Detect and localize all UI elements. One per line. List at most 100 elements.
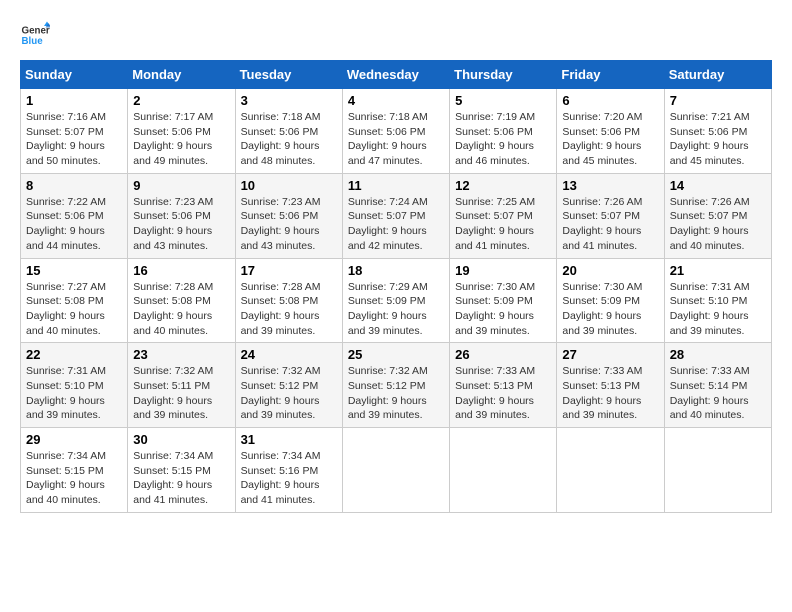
day-info: Sunrise: 7:34 AMSunset: 5:15 PMDaylight:… bbox=[26, 450, 106, 506]
day-info: Sunrise: 7:20 AMSunset: 5:06 PMDaylight:… bbox=[562, 111, 642, 167]
svg-text:Blue: Blue bbox=[22, 36, 44, 47]
calendar-cell: 24 Sunrise: 7:32 AMSunset: 5:12 PMDaylig… bbox=[235, 343, 342, 428]
calendar-cell: 12 Sunrise: 7:25 AMSunset: 5:07 PMDaylig… bbox=[450, 173, 557, 258]
day-number: 31 bbox=[241, 432, 337, 447]
day-info: Sunrise: 7:18 AMSunset: 5:06 PMDaylight:… bbox=[348, 111, 428, 167]
calendar-cell: 14 Sunrise: 7:26 AMSunset: 5:07 PMDaylig… bbox=[664, 173, 771, 258]
day-info: Sunrise: 7:16 AMSunset: 5:07 PMDaylight:… bbox=[26, 111, 106, 167]
calendar-cell: 15 Sunrise: 7:27 AMSunset: 5:08 PMDaylig… bbox=[21, 258, 128, 343]
calendar-cell: 1 Sunrise: 7:16 AMSunset: 5:07 PMDayligh… bbox=[21, 89, 128, 174]
day-info: Sunrise: 7:26 AMSunset: 5:07 PMDaylight:… bbox=[562, 196, 642, 252]
day-info: Sunrise: 7:24 AMSunset: 5:07 PMDaylight:… bbox=[348, 196, 428, 252]
day-number: 21 bbox=[670, 263, 766, 278]
day-number: 29 bbox=[26, 432, 122, 447]
day-number: 3 bbox=[241, 93, 337, 108]
day-number: 27 bbox=[562, 347, 658, 362]
calendar-cell: 11 Sunrise: 7:24 AMSunset: 5:07 PMDaylig… bbox=[342, 173, 449, 258]
calendar-table: SundayMondayTuesdayWednesdayThursdayFrid… bbox=[20, 60, 772, 513]
calendar-week-row: 29 Sunrise: 7:34 AMSunset: 5:15 PMDaylig… bbox=[21, 428, 772, 513]
day-info: Sunrise: 7:34 AMSunset: 5:16 PMDaylight:… bbox=[241, 450, 321, 506]
day-info: Sunrise: 7:31 AMSunset: 5:10 PMDaylight:… bbox=[26, 365, 106, 421]
day-info: Sunrise: 7:27 AMSunset: 5:08 PMDaylight:… bbox=[26, 281, 106, 337]
day-number: 12 bbox=[455, 178, 551, 193]
day-info: Sunrise: 7:33 AMSunset: 5:14 PMDaylight:… bbox=[670, 365, 750, 421]
calendar-cell: 21 Sunrise: 7:31 AMSunset: 5:10 PMDaylig… bbox=[664, 258, 771, 343]
calendar-cell bbox=[342, 428, 449, 513]
calendar-cell bbox=[664, 428, 771, 513]
day-number: 18 bbox=[348, 263, 444, 278]
day-number: 17 bbox=[241, 263, 337, 278]
day-number: 4 bbox=[348, 93, 444, 108]
day-info: Sunrise: 7:28 AMSunset: 5:08 PMDaylight:… bbox=[241, 281, 321, 337]
day-info: Sunrise: 7:32 AMSunset: 5:11 PMDaylight:… bbox=[133, 365, 213, 421]
day-info: Sunrise: 7:33 AMSunset: 5:13 PMDaylight:… bbox=[562, 365, 642, 421]
calendar-cell: 23 Sunrise: 7:32 AMSunset: 5:11 PMDaylig… bbox=[128, 343, 235, 428]
day-number: 20 bbox=[562, 263, 658, 278]
calendar-cell: 20 Sunrise: 7:30 AMSunset: 5:09 PMDaylig… bbox=[557, 258, 664, 343]
day-number: 16 bbox=[133, 263, 229, 278]
calendar-cell: 8 Sunrise: 7:22 AMSunset: 5:06 PMDayligh… bbox=[21, 173, 128, 258]
day-number: 28 bbox=[670, 347, 766, 362]
day-info: Sunrise: 7:34 AMSunset: 5:15 PMDaylight:… bbox=[133, 450, 213, 506]
day-info: Sunrise: 7:17 AMSunset: 5:06 PMDaylight:… bbox=[133, 111, 213, 167]
calendar-cell: 22 Sunrise: 7:31 AMSunset: 5:10 PMDaylig… bbox=[21, 343, 128, 428]
logo: General Blue bbox=[20, 20, 54, 50]
day-info: Sunrise: 7:31 AMSunset: 5:10 PMDaylight:… bbox=[670, 281, 750, 337]
day-number: 26 bbox=[455, 347, 551, 362]
calendar-cell: 17 Sunrise: 7:28 AMSunset: 5:08 PMDaylig… bbox=[235, 258, 342, 343]
day-info: Sunrise: 7:23 AMSunset: 5:06 PMDaylight:… bbox=[241, 196, 321, 252]
day-info: Sunrise: 7:28 AMSunset: 5:08 PMDaylight:… bbox=[133, 281, 213, 337]
calendar-cell: 7 Sunrise: 7:21 AMSunset: 5:06 PMDayligh… bbox=[664, 89, 771, 174]
day-info: Sunrise: 7:21 AMSunset: 5:06 PMDaylight:… bbox=[670, 111, 750, 167]
day-info: Sunrise: 7:29 AMSunset: 5:09 PMDaylight:… bbox=[348, 281, 428, 337]
weekday-header: Wednesday bbox=[342, 61, 449, 89]
calendar-cell: 6 Sunrise: 7:20 AMSunset: 5:06 PMDayligh… bbox=[557, 89, 664, 174]
day-info: Sunrise: 7:19 AMSunset: 5:06 PMDaylight:… bbox=[455, 111, 535, 167]
calendar-week-row: 8 Sunrise: 7:22 AMSunset: 5:06 PMDayligh… bbox=[21, 173, 772, 258]
calendar-cell: 10 Sunrise: 7:23 AMSunset: 5:06 PMDaylig… bbox=[235, 173, 342, 258]
calendar-cell: 29 Sunrise: 7:34 AMSunset: 5:15 PMDaylig… bbox=[21, 428, 128, 513]
day-number: 25 bbox=[348, 347, 444, 362]
calendar-cell: 25 Sunrise: 7:32 AMSunset: 5:12 PMDaylig… bbox=[342, 343, 449, 428]
calendar-cell bbox=[557, 428, 664, 513]
day-number: 7 bbox=[670, 93, 766, 108]
day-number: 19 bbox=[455, 263, 551, 278]
calendar-cell: 16 Sunrise: 7:28 AMSunset: 5:08 PMDaylig… bbox=[128, 258, 235, 343]
day-info: Sunrise: 7:33 AMSunset: 5:13 PMDaylight:… bbox=[455, 365, 535, 421]
weekday-header: Saturday bbox=[664, 61, 771, 89]
day-number: 6 bbox=[562, 93, 658, 108]
day-info: Sunrise: 7:22 AMSunset: 5:06 PMDaylight:… bbox=[26, 196, 106, 252]
calendar-cell: 31 Sunrise: 7:34 AMSunset: 5:16 PMDaylig… bbox=[235, 428, 342, 513]
day-number: 14 bbox=[670, 178, 766, 193]
weekday-header: Friday bbox=[557, 61, 664, 89]
day-info: Sunrise: 7:32 AMSunset: 5:12 PMDaylight:… bbox=[348, 365, 428, 421]
day-number: 24 bbox=[241, 347, 337, 362]
weekday-header: Thursday bbox=[450, 61, 557, 89]
day-info: Sunrise: 7:32 AMSunset: 5:12 PMDaylight:… bbox=[241, 365, 321, 421]
calendar-cell: 19 Sunrise: 7:30 AMSunset: 5:09 PMDaylig… bbox=[450, 258, 557, 343]
day-info: Sunrise: 7:25 AMSunset: 5:07 PMDaylight:… bbox=[455, 196, 535, 252]
calendar-cell: 26 Sunrise: 7:33 AMSunset: 5:13 PMDaylig… bbox=[450, 343, 557, 428]
calendar-cell: 27 Sunrise: 7:33 AMSunset: 5:13 PMDaylig… bbox=[557, 343, 664, 428]
day-info: Sunrise: 7:30 AMSunset: 5:09 PMDaylight:… bbox=[562, 281, 642, 337]
day-number: 9 bbox=[133, 178, 229, 193]
day-number: 30 bbox=[133, 432, 229, 447]
day-number: 13 bbox=[562, 178, 658, 193]
day-number: 15 bbox=[26, 263, 122, 278]
day-info: Sunrise: 7:23 AMSunset: 5:06 PMDaylight:… bbox=[133, 196, 213, 252]
calendar-cell: 9 Sunrise: 7:23 AMSunset: 5:06 PMDayligh… bbox=[128, 173, 235, 258]
calendar-header-row: SundayMondayTuesdayWednesdayThursdayFrid… bbox=[21, 61, 772, 89]
calendar-cell: 28 Sunrise: 7:33 AMSunset: 5:14 PMDaylig… bbox=[664, 343, 771, 428]
header: General Blue bbox=[20, 20, 772, 50]
day-number: 10 bbox=[241, 178, 337, 193]
day-number: 8 bbox=[26, 178, 122, 193]
weekday-header: Sunday bbox=[21, 61, 128, 89]
calendar-cell bbox=[450, 428, 557, 513]
weekday-header: Tuesday bbox=[235, 61, 342, 89]
day-number: 2 bbox=[133, 93, 229, 108]
calendar-cell: 2 Sunrise: 7:17 AMSunset: 5:06 PMDayligh… bbox=[128, 89, 235, 174]
calendar-cell: 4 Sunrise: 7:18 AMSunset: 5:06 PMDayligh… bbox=[342, 89, 449, 174]
calendar-cell: 3 Sunrise: 7:18 AMSunset: 5:06 PMDayligh… bbox=[235, 89, 342, 174]
day-number: 22 bbox=[26, 347, 122, 362]
day-info: Sunrise: 7:30 AMSunset: 5:09 PMDaylight:… bbox=[455, 281, 535, 337]
